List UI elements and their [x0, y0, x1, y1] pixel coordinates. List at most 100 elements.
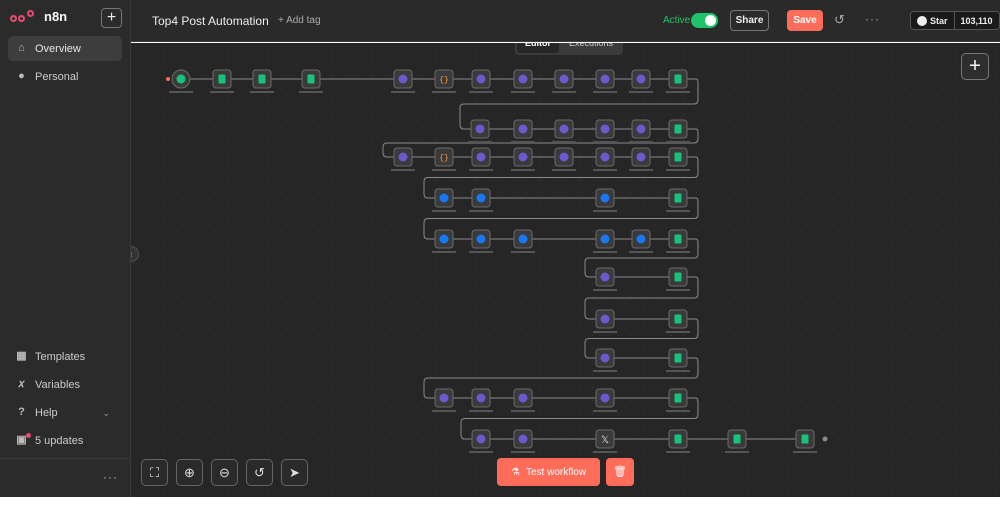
sidebar-item-overview[interactable]: ⌂ Overview — [8, 36, 122, 61]
active-label: Active — [663, 15, 691, 26]
connection-line — [423, 197, 699, 240]
sidebar-item-help[interactable]: ? Help ⌄ — [8, 400, 122, 425]
zoom-to-fit-button[interactable]: ⛶ — [141, 459, 168, 486]
sheets-icon — [733, 434, 741, 444]
sheets-icon — [674, 434, 682, 444]
sheets-icon — [801, 434, 809, 444]
http-icon — [476, 152, 486, 162]
variables-icon: 𝑥 — [18, 378, 25, 390]
node-caption-placeholder — [552, 91, 576, 93]
node-caption-placeholder — [593, 451, 617, 453]
http-icon — [518, 393, 528, 403]
sidebar-divider — [0, 458, 131, 459]
user-menu-more-icon[interactable]: ··· — [103, 470, 118, 484]
sheets-icon — [674, 314, 682, 324]
facebook-icon — [600, 234, 610, 244]
node-caption-placeholder — [469, 451, 493, 453]
node-caption-placeholder — [469, 251, 493, 253]
add-tag-button[interactable]: + Add tag — [278, 15, 321, 26]
sidebar-item-personal[interactable]: ● Personal — [8, 64, 122, 89]
trash-icon: 🗑 — [613, 466, 627, 478]
facebook-icon — [439, 234, 449, 244]
trigger-icon — [176, 74, 186, 84]
sheets-icon — [258, 74, 266, 84]
node-caption-placeholder — [666, 141, 690, 143]
http-icon — [398, 74, 408, 84]
node-caption-placeholder — [511, 91, 535, 93]
node-caption-placeholder — [666, 251, 690, 253]
http-icon — [600, 74, 610, 84]
node-caption-placeholder — [666, 451, 690, 453]
trigger-indicator — [166, 77, 170, 81]
node-caption-placeholder — [250, 91, 274, 93]
http-icon — [600, 353, 610, 363]
sidebar-item-label: 5 updates — [35, 434, 84, 447]
github-icon — [917, 15, 927, 26]
delete-button[interactable]: 🗑 — [606, 458, 634, 486]
sheets-icon — [674, 393, 682, 403]
zoom-out-button[interactable]: ⊖ — [211, 459, 238, 486]
share-button[interactable]: Share — [730, 10, 769, 31]
sidebar-item-updates[interactable]: ▣ 5 updates — [8, 428, 122, 453]
n8n-logo[interactable]: n8n — [10, 9, 67, 24]
http-icon — [518, 434, 528, 444]
app-name: n8n — [44, 9, 68, 24]
sheets-icon — [674, 353, 682, 363]
node-caption-placeholder — [629, 91, 653, 93]
workflow-title[interactable]: Top4 Post Automation — [152, 14, 269, 28]
sheets-icon — [674, 74, 682, 84]
node-caption-placeholder — [666, 370, 690, 372]
facebook-icon — [476, 234, 486, 244]
http-icon — [636, 124, 646, 134]
workflow-canvas[interactable]: {}{}𝕏 Editor Executions ‹ + ⛶ ⊕ ⊖ ↺ ➤ ⚗ … — [131, 43, 1000, 497]
tab-executions[interactable]: Executions — [561, 43, 621, 53]
node-caption-placeholder — [552, 169, 576, 171]
node-caption-placeholder — [593, 370, 617, 372]
save-button[interactable]: Save — [787, 10, 823, 31]
x-icon: 𝕏 — [601, 435, 609, 446]
http-icon — [559, 74, 569, 84]
sidebar-item-templates[interactable]: ▦ Templates — [8, 344, 122, 369]
http-icon — [600, 393, 610, 403]
node-caption-placeholder — [169, 91, 193, 93]
node-caption-placeholder — [469, 410, 493, 412]
open-nodes-panel-button[interactable]: + — [961, 53, 989, 80]
tab-editor[interactable]: Editor — [517, 43, 559, 53]
node-caption-placeholder — [593, 331, 617, 333]
http-icon — [398, 152, 408, 162]
node-caption-placeholder — [666, 210, 690, 212]
node-caption-placeholder — [468, 141, 492, 143]
github-star-button[interactable]: Star 103,110 — [910, 11, 1000, 30]
sidebar-item-label: Help — [35, 406, 58, 419]
zoom-in-button[interactable]: ⊕ — [176, 459, 203, 486]
flask-icon: ⚗ — [511, 466, 520, 478]
reset-zoom-button[interactable]: ↺ — [246, 459, 273, 486]
sheets-icon — [674, 193, 682, 203]
active-toggle[interactable] — [691, 13, 718, 28]
http-icon — [559, 152, 569, 162]
sidebar-item-label: Personal — [35, 70, 79, 83]
http-icon — [518, 124, 528, 134]
facebook-icon — [476, 193, 486, 203]
node-caption-placeholder — [629, 251, 653, 253]
node-caption-placeholder — [593, 91, 617, 93]
node-caption-placeholder — [666, 410, 690, 412]
node-caption-placeholder — [511, 141, 535, 143]
history-icon[interactable]: ↺ — [832, 12, 847, 27]
node-caption-placeholder — [593, 289, 617, 291]
sidebar-item-variables[interactable]: 𝑥 Variables — [8, 372, 122, 397]
node-caption-placeholder — [432, 91, 456, 93]
node-caption-placeholder — [511, 451, 535, 453]
http-icon — [476, 434, 486, 444]
create-new-button[interactable]: + — [101, 8, 122, 28]
node-caption-placeholder — [725, 451, 749, 453]
test-workflow-button[interactable]: ⚗ Test workflow — [497, 458, 600, 486]
zoom-out-icon: ⊖ — [219, 465, 230, 480]
home-icon: ⌂ — [18, 42, 25, 54]
http-icon — [600, 124, 610, 134]
more-options-icon[interactable]: ··· — [865, 12, 880, 26]
select-tool-button[interactable]: ➤ — [281, 459, 308, 486]
node-caption-placeholder — [299, 91, 323, 93]
connection-line — [423, 357, 699, 399]
chevron-down-icon: ⌄ — [102, 408, 110, 418]
